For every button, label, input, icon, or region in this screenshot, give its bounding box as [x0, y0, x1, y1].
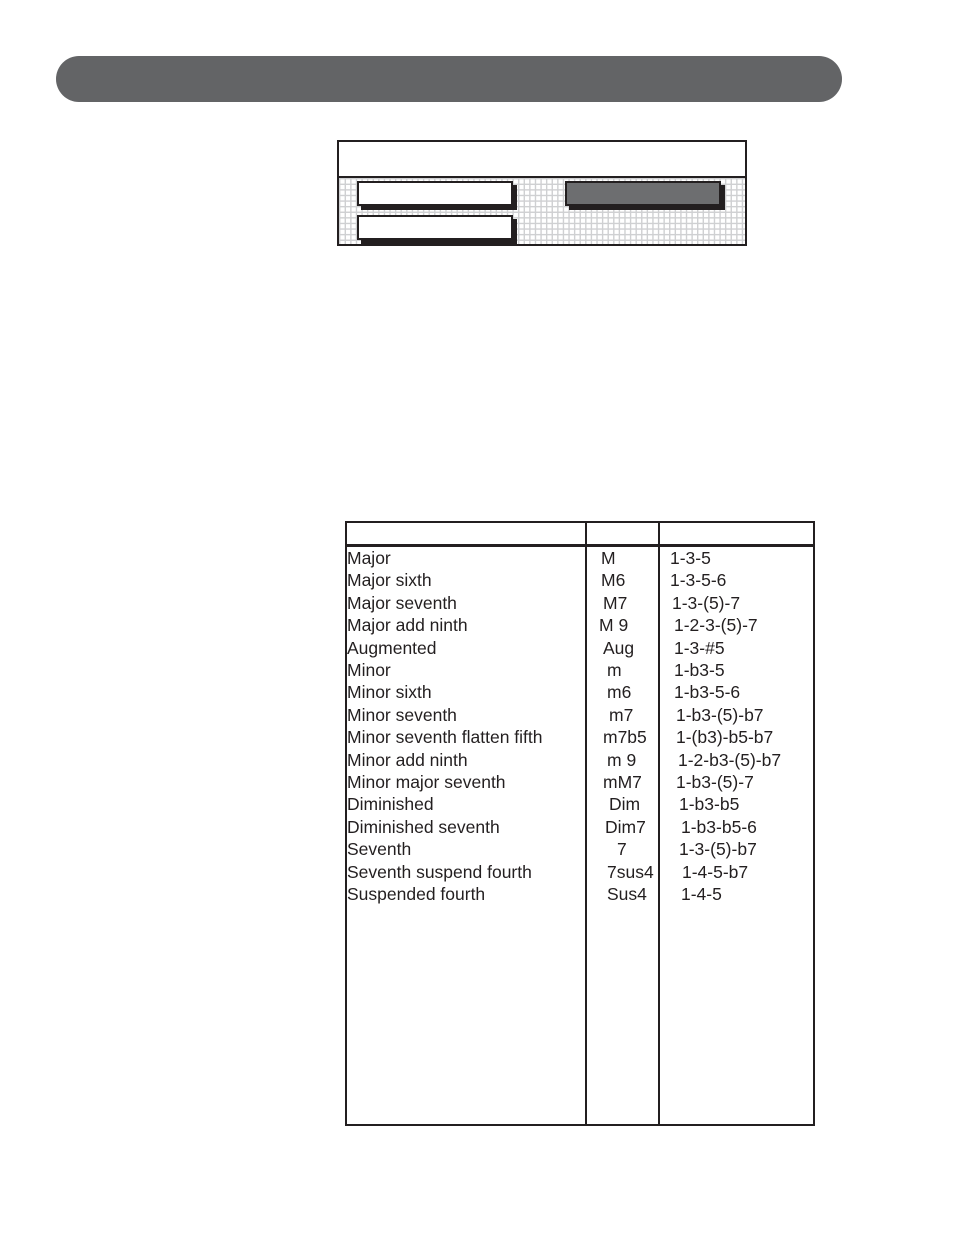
table-row: Suspended fourth Sus4 1-4-5 — [345, 883, 815, 906]
table-row: Augmented Aug 1-3-#5 — [345, 636, 815, 660]
chord-notes-cell: 1-4-5-b7 — [658, 860, 815, 884]
display-button-selected[interactable] — [565, 181, 721, 206]
chord-notes-cell: 1-4-5 — [658, 883, 815, 906]
header-abbreviation — [585, 521, 660, 547]
chord-notes-cell: 1-b3-b5-6 — [658, 815, 815, 839]
chord-notes-cell: 1-b3-5-6 — [658, 681, 815, 704]
chord-notes-cell: 1-3-5-6 — [658, 569, 815, 592]
table-row: Major M 1-3-5 — [345, 545, 815, 570]
display-button-1[interactable] — [357, 181, 513, 206]
chord-abbr-cell: 7sus4 — [585, 860, 660, 884]
display-button-2[interactable] — [357, 215, 513, 240]
chord-name-cell: Major sixth — [345, 569, 587, 592]
table-row: Seventh suspend fourth 7sus4 1-4-5-b7 — [345, 860, 815, 884]
chord-name-cell: Seventh suspend fourth — [345, 860, 587, 884]
display-grid-area — [339, 178, 745, 244]
chord-name-cell: Major seventh — [345, 591, 587, 615]
chord-name-cell: Major — [345, 545, 587, 570]
chord-name-cell: Diminished — [345, 793, 587, 816]
table-row: Minor seventh flatten fifth m7b5 1-(b3)-b5… — [345, 726, 815, 749]
lcd-display-panel — [337, 140, 747, 246]
chord-name-cell: Minor add ninth — [345, 748, 587, 772]
chord-name-cell: Minor major seventh — [345, 771, 587, 794]
chord-notes-cell: 1-2-3-(5)-7 — [658, 614, 815, 637]
chord-abbr-cell: M6 — [585, 569, 660, 592]
table-row: Minor m 1-b3-5 — [345, 659, 815, 682]
chord-name-cell: Minor seventh — [345, 703, 587, 727]
table-body: Major M 1-3-5 Major sixth M6 1-3-5-6 Major sev… — [345, 545, 815, 1126]
chord-notes-cell: 1-b3-(5)-7 — [658, 771, 815, 794]
chord-type-table: Major M 1-3-5 Major sixth M6 1-3-5-6 Major sev… — [345, 521, 815, 1126]
chord-notes-cell: 1-2-b3-(5)-b7 — [658, 748, 815, 772]
chord-abbr-cell: M — [585, 545, 660, 570]
chord-abbr-cell: m7 — [585, 703, 660, 727]
chord-abbr-cell: Dim — [585, 793, 660, 816]
chord-name-cell: Augmented — [345, 636, 587, 660]
chord-notes-cell: 1-b3-5 — [658, 659, 815, 682]
table-row: Minor add ninth m 9 1-2-b3-(5)-b7 — [345, 748, 815, 772]
empty-cell — [658, 905, 815, 1126]
table-row: Major seventh M7 1-3-(5)-7 — [345, 591, 815, 615]
chord-notes-cell: 1-3-5 — [658, 545, 815, 570]
chord-notes-cell: 1-3-(5)-b7 — [658, 838, 815, 861]
chord-name-cell: Minor — [345, 659, 587, 682]
table-empty-space — [345, 905, 815, 1126]
chord-abbr-cell: Sus4 — [585, 883, 660, 906]
table-row: Minor major seventh mM7 1-b3-(5)-7 — [345, 771, 815, 794]
table-row: Seventh 7 1-3-(5)-b7 — [345, 838, 815, 861]
chord-notes-cell: 1-3-#5 — [658, 636, 815, 660]
chord-abbr-cell: mM7 — [585, 771, 660, 794]
section-header-bar — [56, 56, 842, 102]
header-notes — [658, 521, 815, 547]
table-header-row — [345, 521, 815, 547]
chord-abbr-cell: m7b5 — [585, 726, 660, 749]
table-row: Minor sixth m6 1-b3-5-6 — [345, 681, 815, 704]
empty-cell — [585, 905, 660, 1126]
header-chord-name — [345, 521, 587, 547]
table-row: Major add ninth M 9 1-2-3-(5)-7 — [345, 614, 815, 637]
display-title-area — [339, 142, 745, 178]
table-row: Diminished Dim 1-b3-b5 — [345, 793, 815, 816]
chord-name-cell: Major add ninth — [345, 614, 587, 637]
chord-abbr-cell: m6 — [585, 681, 660, 704]
chord-name-cell: Minor seventh flatten fifth — [345, 726, 587, 749]
chord-abbr-cell: m 9 — [585, 748, 660, 772]
chord-name-cell: Diminished seventh — [345, 815, 587, 839]
table-row: Diminished seventh Dim7 1-b3-b5-6 — [345, 815, 815, 839]
chord-name-cell: Seventh — [345, 838, 587, 861]
empty-cell — [345, 905, 587, 1126]
chord-abbr-cell: 7 — [585, 838, 660, 861]
chord-notes-cell: 1-3-(5)-7 — [658, 591, 815, 615]
chord-notes-cell: 1-b3-b5 — [658, 793, 815, 816]
chord-name-cell: Minor sixth — [345, 681, 587, 704]
chord-abbr-cell: M7 — [585, 591, 660, 615]
chord-abbr-cell: Aug — [585, 636, 660, 660]
chord-abbr-cell: Dim7 — [585, 815, 660, 839]
chord-abbr-cell: m — [585, 659, 660, 682]
chord-abbr-cell: M 9 — [585, 614, 660, 637]
chord-name-cell: Suspended fourth — [345, 883, 587, 906]
chord-notes-cell: 1-b3-(5)-b7 — [658, 703, 815, 727]
chord-notes-cell: 1-(b3)-b5-b7 — [658, 726, 815, 749]
table-row: Major sixth M6 1-3-5-6 — [345, 569, 815, 592]
table-row: Minor seventh m7 1-b3-(5)-b7 — [345, 703, 815, 727]
